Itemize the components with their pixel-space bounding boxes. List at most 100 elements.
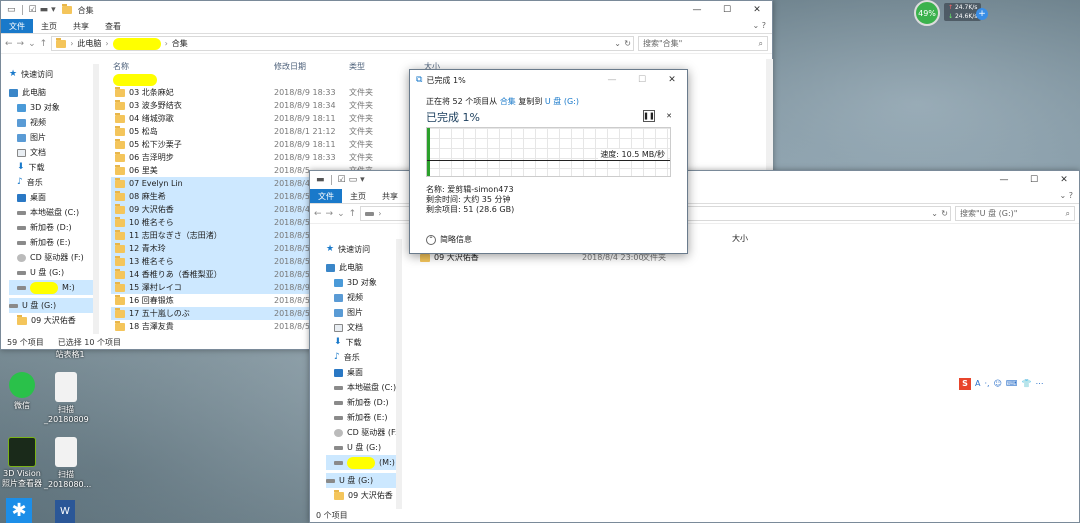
new-folder-icon[interactable]: ▬ (40, 5, 49, 15)
word-icon[interactable]: W (55, 500, 75, 523)
save-icon[interactable]: ▭ (7, 5, 16, 15)
tab-file[interactable]: 文件 (1, 19, 33, 33)
sogou-icon[interactable]: S (959, 377, 971, 390)
tab-share[interactable]: 共享 (65, 19, 97, 33)
sidebar-item[interactable]: 09 大沢佑香 (326, 488, 402, 503)
sidebar-item[interactable]: U 盘 (G:) (326, 473, 402, 488)
ime-mode-icon[interactable]: A (975, 379, 980, 388)
help-icon[interactable]: ⌄ ? (1060, 191, 1074, 200)
sidebar-item[interactable]: 3D 对象 (9, 100, 93, 115)
properties-icon[interactable]: ☑ (338, 175, 346, 185)
sidebar-item[interactable]: 本地磁盘 (C:) (9, 205, 93, 220)
dropdown-icon[interactable]: ▾ (360, 175, 365, 185)
tab-share[interactable]: 共享 (374, 189, 406, 203)
desktop-icon-scan2[interactable]: 扫描_2018080... (44, 437, 91, 489)
close-button[interactable]: ✕ (1049, 171, 1079, 189)
sidebar-item[interactable]: CD 驱动器 (F:) (9, 250, 93, 265)
sidebar-item[interactable]: 3D 对象 (326, 275, 402, 290)
sidebar-item[interactable]: 图片 (326, 305, 402, 320)
sidebar-item[interactable]: ♪ 音乐 (9, 175, 93, 190)
sidebar-item[interactable]: ★ 快速访问 (326, 242, 402, 257)
address-dropdown-icon[interactable]: ⌄ (614, 39, 621, 48)
back-icon[interactable]: ← (5, 39, 13, 49)
source-link[interactable]: 合集 (500, 97, 516, 106)
sidebar-item[interactable]: 图片 (9, 130, 93, 145)
recent-icon[interactable]: ⌄ (337, 209, 345, 219)
forward-icon[interactable]: → (326, 209, 334, 219)
dialog-titlebar[interactable]: ⧉ 已完成 1% — ☐ ✕ (410, 70, 687, 90)
maximize-button[interactable]: ☐ (1019, 171, 1049, 189)
back-icon[interactable]: ← (314, 209, 322, 219)
recent-icon[interactable]: ⌄ (28, 39, 36, 49)
nav-scrollbar[interactable] (396, 239, 402, 509)
save-icon[interactable]: ▬ (316, 175, 325, 185)
tab-home[interactable]: 主页 (342, 189, 374, 203)
pause-button[interactable]: ❚❚ (643, 110, 655, 122)
search-input[interactable]: 搜索"U 盘 (G:)" ⌕ (955, 206, 1075, 221)
minimize-button[interactable]: — (989, 171, 1019, 189)
sidebar-item[interactable]: 视频 (9, 115, 93, 130)
sidebar-item[interactable]: M:) (9, 280, 93, 295)
tab-view[interactable]: 查看 (97, 19, 129, 33)
sidebar-item[interactable]: ⬇ 下载 (9, 160, 93, 175)
maximize-button[interactable]: ☐ (627, 70, 657, 90)
minimize-button[interactable]: — (597, 70, 627, 90)
sidebar-item[interactable]: 09 大沢佑香 (9, 313, 93, 328)
sidebar-item[interactable]: (M:) (326, 455, 402, 470)
sidebar-item[interactable]: U 盘 (G:) (9, 298, 93, 313)
sidebar-item[interactable]: 桌面 (9, 190, 93, 205)
sidebar-item[interactable]: 视频 (326, 290, 402, 305)
help-icon[interactable]: ⌄ ? (753, 21, 767, 30)
breadcrumb-folder[interactable]: 合集 (172, 38, 188, 49)
col-name[interactable]: 名称 (111, 61, 274, 72)
sidebar-item[interactable]: ★ 快速访问 (9, 67, 93, 82)
less-details-button[interactable]: ⌃ 简略信息 (426, 234, 472, 245)
up-icon[interactable]: ↑ (349, 209, 357, 219)
sidebar-item[interactable]: 本地磁盘 (C:) (326, 380, 402, 395)
app-icon[interactable]: ✱ (6, 498, 32, 523)
nav-scrollbar[interactable] (93, 64, 99, 334)
col-date[interactable]: 修改日期 (274, 61, 349, 72)
minimize-button[interactable]: — (682, 1, 712, 19)
sidebar-item[interactable]: ♪ 音乐 (326, 350, 402, 365)
properties-icon[interactable]: ☑ (29, 5, 37, 15)
desktop-icon-scan1[interactable]: 扫描_20180809 (44, 372, 89, 424)
maximize-button[interactable]: ☐ (712, 1, 742, 19)
sidebar-item[interactable]: 新加卷 (D:) (9, 220, 93, 235)
sidebar-item[interactable]: 文档 (326, 320, 402, 335)
desktop-icon-wechat[interactable]: 微信 (0, 372, 44, 411)
address-bar[interactable]: › 此电脑 › › 合集 ⌄ ↻ (51, 36, 634, 51)
address-dropdown-icon[interactable]: ⌄ (931, 209, 938, 218)
up-icon[interactable]: ↑ (40, 39, 48, 49)
network-monitor[interactable]: 49% ↑ 24.7K/s ↓ 24.6K/s + (912, 0, 992, 26)
cancel-button[interactable]: ✕ (663, 110, 675, 122)
punctuation-icon[interactable]: ·, (984, 379, 989, 388)
window-titlebar[interactable]: ▭ ☑ ▬ ▾ 合集 — ☐ ✕ (1, 1, 772, 19)
close-button[interactable]: ✕ (657, 70, 687, 90)
desktop-icon-label[interactable]: 站表格1 (48, 349, 92, 360)
breadcrumb-pc[interactable]: 此电脑 (77, 38, 101, 49)
sidebar-item[interactable]: 桌面 (326, 365, 402, 380)
more-icon[interactable]: ⋯ (1035, 379, 1043, 388)
dropdown-icon[interactable]: ▾ (51, 5, 56, 15)
sidebar-item[interactable]: 新加卷 (E:) (326, 410, 402, 425)
close-button[interactable]: ✕ (742, 1, 772, 19)
new-folder-icon[interactable]: ▭ (349, 175, 358, 185)
keyboard-icon[interactable]: ⌨ (1006, 379, 1018, 388)
forward-icon[interactable]: → (17, 39, 25, 49)
sidebar-item[interactable]: U 盘 (G:) (9, 265, 93, 280)
emoji-icon[interactable]: ☺ (994, 379, 1002, 388)
refresh-icon[interactable]: ↻ (624, 39, 631, 48)
tab-file[interactable]: 文件 (310, 189, 342, 203)
sidebar-item[interactable]: 新加卷 (D:) (326, 395, 402, 410)
desktop-icon-3dvision[interactable]: 3D Vision 照片查看器 (0, 437, 44, 489)
sidebar-item[interactable]: 此电脑 (326, 260, 402, 275)
sidebar-item[interactable]: ⬇ 下载 (326, 335, 402, 350)
tab-home[interactable]: 主页 (33, 19, 65, 33)
skin-icon[interactable]: 👕 (1021, 379, 1031, 388)
sidebar-item[interactable]: CD 驱动器 (F:) (326, 425, 402, 440)
col-size[interactable]: 大小 (732, 233, 748, 244)
accelerate-icon[interactable]: + (976, 8, 988, 20)
sidebar-item[interactable]: 新加卷 (E:) (9, 235, 93, 250)
destination-link[interactable]: U 盘 (G:) (545, 97, 579, 106)
